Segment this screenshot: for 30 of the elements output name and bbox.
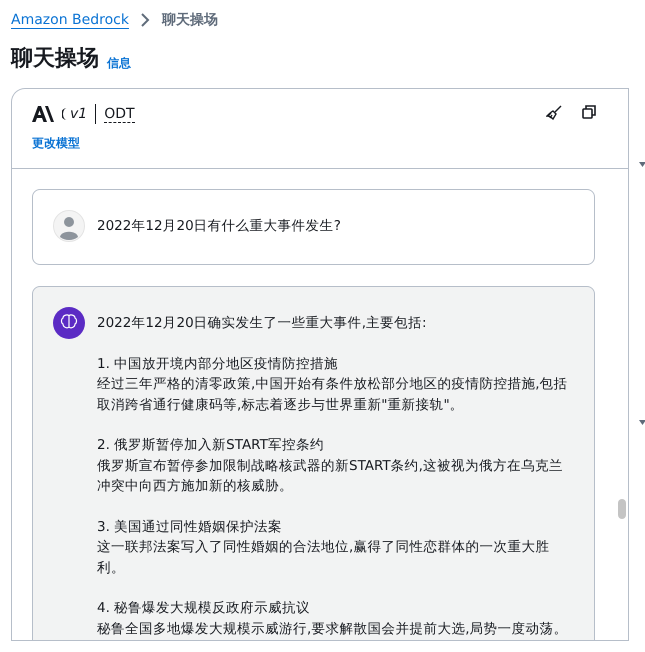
message-text: 利。 <box>97 558 126 578</box>
user-avatar-icon <box>53 210 85 242</box>
scrollbar-thumb[interactable] <box>618 499 626 519</box>
chevron-icon[interactable] <box>639 162 645 167</box>
message-text: 秘鲁全国多地爆发大规模示威游行,要求解散国会并提前大选,局势一度动荡。 <box>97 620 568 638</box>
message-text: 这一联邦法案写入了同性婚姻的合法地位,赢得了同性恋群体的一次重大胜 <box>97 538 550 557</box>
message-text: 取消跨省通行健康码等,标志着逐步与世界重新"重新接轨"。 <box>97 396 465 414</box>
chevron-right-icon <box>140 13 150 27</box>
provider-mark-icon <box>62 108 68 120</box>
breadcrumb-link[interactable]: Amazon Bedrock <box>11 10 129 30</box>
message-text: 2. 俄罗斯暂停加入新START军控条约 <box>97 436 325 455</box>
message-text: 经过三年严格的清零政策,中国开始有条件放松部分地区的疫情防控措施,包括 <box>97 375 568 394</box>
message-text: 3. 美国通过同性婚姻保护法案 <box>97 518 284 536</box>
message-text: 冲突中向西方施加新的核威胁。 <box>97 477 294 496</box>
message-text: 俄罗斯宣布暂停参加限制战略核武器的新START条约,这被视为俄方在乌克兰 <box>97 456 564 476</box>
message-text: 2022年12月20日确实发生了一些重大事件,主要包括: <box>97 314 428 333</box>
message-text: 1. 中国放开境内部分地区疫情防控措施 <box>97 354 340 374</box>
message-text: 2022年12月20日有什么重大事件发生? <box>97 217 341 236</box>
page-title: 聊天操场 <box>11 48 99 70</box>
breadcrumb-current: 聊天操场 <box>162 10 218 30</box>
change-model-link[interactable]: 更改模型 <box>32 134 135 152</box>
ai-avatar-icon <box>53 307 85 339</box>
model-version: v1 <box>70 104 88 124</box>
message-text: 4. 秘鲁爆发大规模反政府示威抗议 <box>97 599 312 618</box>
chevron-icon[interactable] <box>639 420 645 425</box>
copy-icon[interactable] <box>582 105 596 119</box>
clear-chat-icon[interactable] <box>546 105 562 121</box>
model-logo-icon <box>32 106 54 122</box>
info-link[interactable]: 信息 <box>107 57 131 69</box>
model-name[interactable]: ODT <box>104 106 135 122</box>
